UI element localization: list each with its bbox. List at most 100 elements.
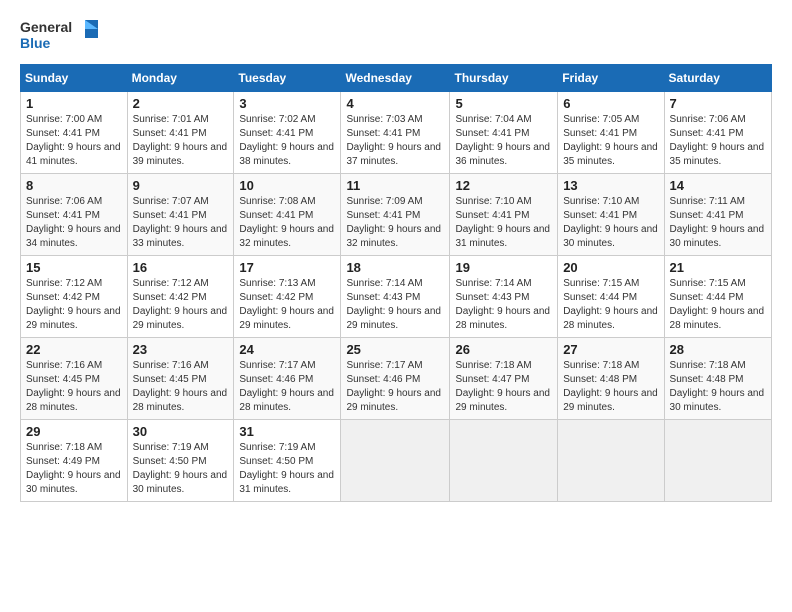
calendar-cell: 20Sunrise: 7:15 AMSunset: 4:44 PMDayligh… [558, 256, 664, 338]
day-number: 10 [239, 178, 335, 193]
day-info: Sunrise: 7:13 AMSunset: 4:42 PMDaylight:… [239, 278, 334, 331]
day-number: 30 [133, 424, 229, 439]
calendar-header-row: SundayMondayTuesdayWednesdayThursdayFrid… [21, 65, 772, 92]
calendar-cell: 29Sunrise: 7:18 AMSunset: 4:49 PMDayligh… [21, 420, 128, 502]
svg-text:Blue: Blue [20, 35, 51, 51]
day-number: 3 [239, 96, 335, 111]
calendar-cell: 9 Sunrise: 7:07 AMSunset: 4:41 PMDaylight… [127, 174, 234, 256]
column-header-sunday: Sunday [21, 65, 128, 92]
day-info: Sunrise: 7:12 AMSunset: 4:42 PMDaylight:… [133, 278, 228, 331]
day-number: 6 [563, 96, 658, 111]
day-number: 15 [26, 260, 122, 275]
day-info: Sunrise: 7:06 AMSunset: 4:41 PMDaylight:… [670, 114, 765, 167]
calendar-week-row: 8 Sunrise: 7:06 AMSunset: 4:41 PMDaylight… [21, 174, 772, 256]
day-info: Sunrise: 7:10 AMSunset: 4:41 PMDaylight:… [563, 196, 658, 249]
calendar-cell: 16 Sunrise: 7:12 AMSunset: 4:42 PMDayligh… [127, 256, 234, 338]
day-info: Sunrise: 7:08 AMSunset: 4:41 PMDaylight:… [239, 196, 334, 249]
day-info: Sunrise: 7:06 AMSunset: 4:41 PMDaylight:… [26, 196, 121, 249]
calendar-cell: 2 Sunrise: 7:01 AMSunset: 4:41 PMDaylight… [127, 92, 234, 174]
column-header-tuesday: Tuesday [234, 65, 341, 92]
calendar-cell: 19Sunrise: 7:14 AMSunset: 4:43 PMDayligh… [450, 256, 558, 338]
day-number: 14 [670, 178, 766, 193]
day-number: 24 [239, 342, 335, 357]
calendar-cell: 27 Sunrise: 7:18 AMSunset: 4:48 PMDayligh… [558, 338, 664, 420]
calendar-week-row: 15 Sunrise: 7:12 AMSunset: 4:42 PMDayligh… [21, 256, 772, 338]
day-info: Sunrise: 7:03 AMSunset: 4:41 PMDaylight:… [346, 114, 441, 167]
calendar-cell: 6 Sunrise: 7:05 AMSunset: 4:41 PMDaylight… [558, 92, 664, 174]
day-number: 9 [133, 178, 229, 193]
calendar-cell: 11 Sunrise: 7:09 AMSunset: 4:41 PMDayligh… [341, 174, 450, 256]
day-number: 25 [346, 342, 444, 357]
calendar-cell: 30Sunrise: 7:19 AMSunset: 4:50 PMDayligh… [127, 420, 234, 502]
calendar-cell: 17 Sunrise: 7:13 AMSunset: 4:42 PMDayligh… [234, 256, 341, 338]
calendar-week-row: 29Sunrise: 7:18 AMSunset: 4:49 PMDayligh… [21, 420, 772, 502]
header: GeneralBlue [20, 16, 772, 56]
calendar-cell: 5 Sunrise: 7:04 AMSunset: 4:41 PMDaylight… [450, 92, 558, 174]
day-number: 5 [455, 96, 552, 111]
column-header-wednesday: Wednesday [341, 65, 450, 92]
calendar-cell: 28 Sunrise: 7:18 AMSunset: 4:48 PMDayligh… [664, 338, 771, 420]
day-number: 1 [26, 96, 122, 111]
day-number: 8 [26, 178, 122, 193]
day-number: 23 [133, 342, 229, 357]
day-info: Sunrise: 7:14 AMSunset: 4:43 PMDaylight:… [346, 278, 441, 331]
day-info: Sunrise: 7:10 AMSunset: 4:41 PMDaylight:… [455, 196, 550, 249]
day-number: 16 [133, 260, 229, 275]
day-info: Sunrise: 7:12 AMSunset: 4:42 PMDaylight:… [26, 278, 121, 331]
calendar-cell: 12 Sunrise: 7:10 AMSunset: 4:41 PMDayligh… [450, 174, 558, 256]
calendar-cell: 22 Sunrise: 7:16 AMSunset: 4:45 PMDayligh… [21, 338, 128, 420]
calendar-cell: 14Sunrise: 7:11 AMSunset: 4:41 PMDayligh… [664, 174, 771, 256]
svg-text:General: General [20, 19, 72, 35]
day-info: Sunrise: 7:07 AMSunset: 4:41 PMDaylight:… [133, 196, 228, 249]
day-info: Sunrise: 7:15 AMSunset: 4:44 PMDaylight:… [670, 278, 765, 331]
day-number: 21 [670, 260, 766, 275]
calendar-cell: 23 Sunrise: 7:16 AMSunset: 4:45 PMDayligh… [127, 338, 234, 420]
day-info: Sunrise: 7:18 AMSunset: 4:49 PMDaylight:… [26, 442, 121, 495]
day-info: Sunrise: 7:14 AMSunset: 4:43 PMDaylight:… [455, 278, 550, 331]
day-number: 27 [563, 342, 658, 357]
calendar-cell: 7Sunrise: 7:06 AMSunset: 4:41 PMDaylight… [664, 92, 771, 174]
calendar-cell: 25 Sunrise: 7:17 AMSunset: 4:46 PMDayligh… [341, 338, 450, 420]
day-info: Sunrise: 7:18 AMSunset: 4:47 PMDaylight:… [455, 360, 550, 413]
day-info: Sunrise: 7:04 AMSunset: 4:41 PMDaylight:… [455, 114, 550, 167]
column-header-saturday: Saturday [664, 65, 771, 92]
day-number: 4 [346, 96, 444, 111]
day-number: 18 [346, 260, 444, 275]
logo: GeneralBlue [20, 16, 100, 56]
day-info: Sunrise: 7:09 AMSunset: 4:41 PMDaylight:… [346, 196, 441, 249]
calendar-cell: 10 Sunrise: 7:08 AMSunset: 4:41 PMDayligh… [234, 174, 341, 256]
day-info: Sunrise: 7:17 AMSunset: 4:46 PMDaylight:… [346, 360, 441, 413]
calendar-cell: 26 Sunrise: 7:18 AMSunset: 4:47 PMDayligh… [450, 338, 558, 420]
day-number: 22 [26, 342, 122, 357]
day-info: Sunrise: 7:18 AMSunset: 4:48 PMDaylight:… [670, 360, 765, 413]
calendar-cell: 18 Sunrise: 7:14 AMSunset: 4:43 PMDayligh… [341, 256, 450, 338]
calendar-week-row: 22 Sunrise: 7:16 AMSunset: 4:45 PMDayligh… [21, 338, 772, 420]
calendar-cell [450, 420, 558, 502]
day-info: Sunrise: 7:01 AMSunset: 4:41 PMDaylight:… [133, 114, 228, 167]
calendar-cell: 3 Sunrise: 7:02 AMSunset: 4:41 PMDaylight… [234, 92, 341, 174]
day-info: Sunrise: 7:17 AMSunset: 4:46 PMDaylight:… [239, 360, 334, 413]
day-number: 20 [563, 260, 658, 275]
day-info: Sunrise: 7:02 AMSunset: 4:41 PMDaylight:… [239, 114, 334, 167]
day-number: 12 [455, 178, 552, 193]
day-info: Sunrise: 7:18 AMSunset: 4:48 PMDaylight:… [563, 360, 658, 413]
day-info: Sunrise: 7:16 AMSunset: 4:45 PMDaylight:… [133, 360, 228, 413]
day-info: Sunrise: 7:05 AMSunset: 4:41 PMDaylight:… [563, 114, 658, 167]
calendar-cell: 21 Sunrise: 7:15 AMSunset: 4:44 PMDayligh… [664, 256, 771, 338]
calendar-cell: 8 Sunrise: 7:06 AMSunset: 4:41 PMDaylight… [21, 174, 128, 256]
day-info: Sunrise: 7:16 AMSunset: 4:45 PMDaylight:… [26, 360, 121, 413]
day-number: 2 [133, 96, 229, 111]
logo-svg: GeneralBlue [20, 16, 100, 56]
day-number: 26 [455, 342, 552, 357]
day-info: Sunrise: 7:19 AMSunset: 4:50 PMDaylight:… [239, 442, 334, 495]
day-number: 17 [239, 260, 335, 275]
day-info: Sunrise: 7:00 AMSunset: 4:41 PMDaylight:… [26, 114, 121, 167]
calendar-table: SundayMondayTuesdayWednesdayThursdayFrid… [20, 64, 772, 502]
calendar-cell: 1 Sunrise: 7:00 AMSunset: 4:41 PMDaylight… [21, 92, 128, 174]
calendar-cell [341, 420, 450, 502]
calendar-cell: 13Sunrise: 7:10 AMSunset: 4:41 PMDayligh… [558, 174, 664, 256]
day-number: 11 [346, 178, 444, 193]
column-header-friday: Friday [558, 65, 664, 92]
calendar-cell: 4 Sunrise: 7:03 AMSunset: 4:41 PMDaylight… [341, 92, 450, 174]
day-number: 28 [670, 342, 766, 357]
